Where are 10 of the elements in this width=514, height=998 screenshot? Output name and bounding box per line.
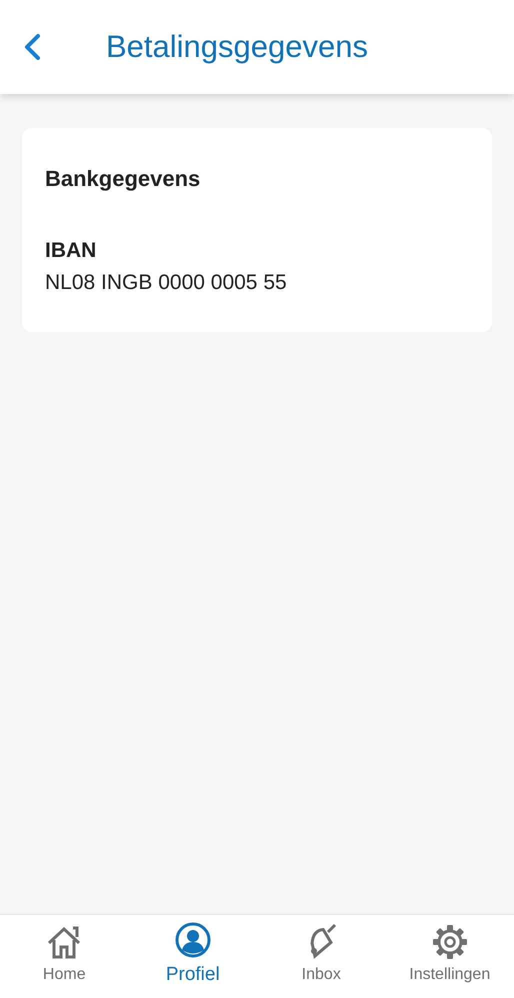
tab-bar-item[interactable]: Home <box>0 915 128 998</box>
field-label: IBAN <box>45 238 98 264</box>
tab-bar-item[interactable]: Profiel <box>128 915 257 998</box>
tab-bar-item[interactable]: Inbox <box>257 915 386 998</box>
page-title: Betalingsgegevens <box>106 28 368 66</box>
profile-icon <box>174 921 212 959</box>
field-value: NL08 INGB 0000 0005 55 <box>45 270 288 296</box>
tab-bar-item[interactable]: Instellingen <box>386 915 514 998</box>
gear-icon <box>430 923 469 961</box>
card-title: Bankgegevens <box>45 165 202 193</box>
